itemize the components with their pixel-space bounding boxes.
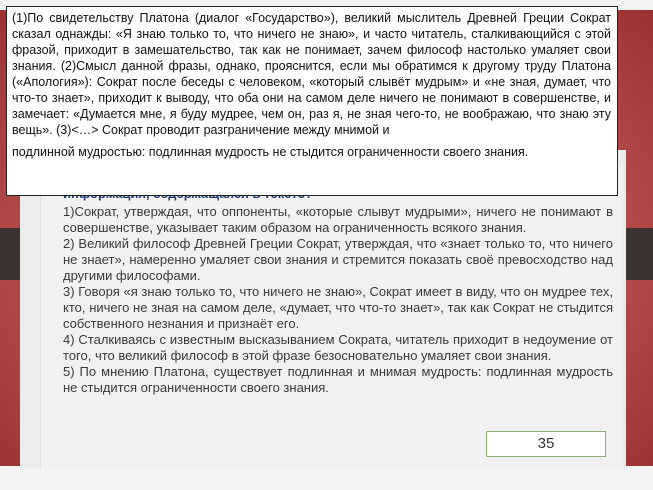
slide-number: 35: [537, 435, 555, 452]
source-text-paragraph: (1)По свидетельству Платона (диалог «Гос…: [12, 11, 611, 137]
slide-number-box: 35: [486, 431, 606, 457]
answer-option-3[interactable]: 3) Говоря «я знаю только то, что ничего …: [63, 284, 613, 332]
slide-bottom-strip: [0, 466, 653, 490]
answer-option-4[interactable]: 4) Сталкиваясь с известным высказыванием…: [63, 332, 613, 364]
answer-option-2[interactable]: 2) Великий философ Древней Греции Сократ…: [63, 236, 613, 284]
question-block: 1. В каких из приведённых ниже предложен…: [63, 170, 613, 396]
source-text-box: (1)По свидетельству Платона (диалог «Гос…: [6, 6, 618, 196]
answer-option-5[interactable]: 5) По мнению Платона, существует подлинн…: [63, 364, 613, 396]
answer-option-1[interactable]: 1)Сократ, утверждая, что оппоненты, «кот…: [63, 204, 613, 236]
source-text-final-line: подлинной мудростью: подлинная мудрость …: [12, 145, 529, 159]
